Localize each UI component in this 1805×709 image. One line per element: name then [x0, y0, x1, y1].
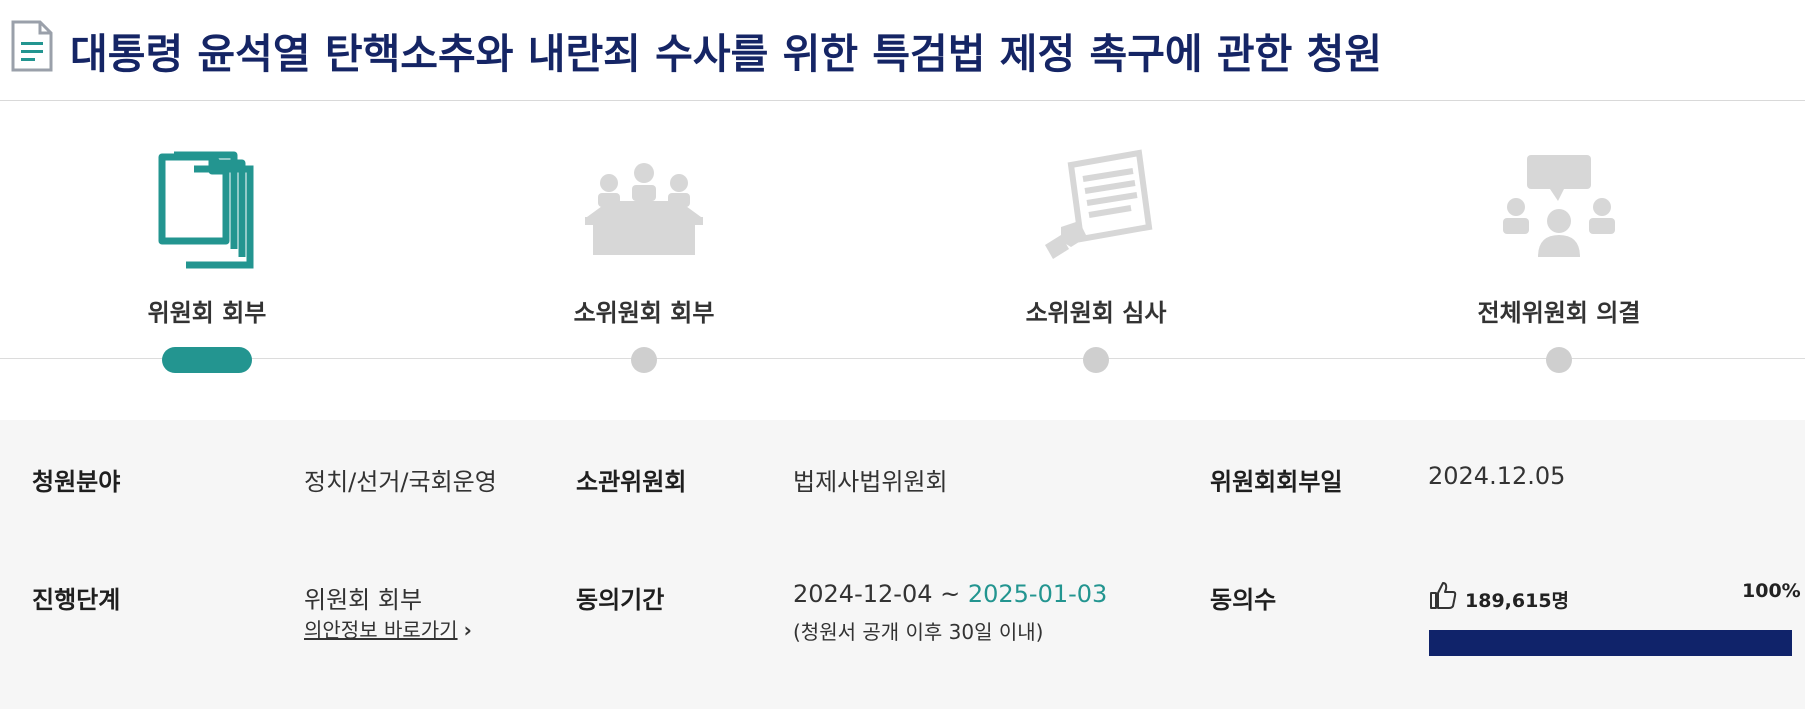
bill-info-link[interactable]: 의안정보 바로가기 › [304, 614, 472, 643]
review-document-icon [1045, 149, 1153, 259]
chevron-right-icon: › [463, 618, 472, 642]
documents-icon [158, 151, 254, 269]
agree-progress-bar [1429, 630, 1792, 656]
referral-date-label: 위원회회부일 [1210, 468, 1343, 496]
bill-info-link-label[interactable]: 의안정보 바로가기 [304, 618, 458, 642]
period-label: 동의기간 [576, 586, 665, 614]
page-header: 대통령 윤석열 탄핵소추와 내란죄 수사를 위한 특검법 제정 촉구에 관한 청… [0, 0, 1805, 101]
agree-progress-fill [1429, 630, 1792, 656]
document-icon [11, 20, 53, 72]
field-value: 정치/선거/국회운영 [304, 468, 497, 496]
meeting-icon [585, 163, 703, 255]
step-indicator [1083, 347, 1109, 373]
discussion-icon [1503, 155, 1615, 257]
step-label: 전체위원회 의결 [1477, 299, 1641, 327]
step-indicator [631, 347, 657, 373]
agree-count: 189,615명 [1465, 590, 1570, 612]
period-end: 2025-01-03 [967, 580, 1108, 608]
period-note: (청원서 공개 이후 30일 이내) [793, 620, 1044, 644]
step-label: 소위원회 심사 [1025, 299, 1167, 327]
step-indicator [1546, 347, 1572, 373]
progress-track [0, 358, 1805, 359]
step-label: 위원회 회부 [147, 299, 267, 327]
step-label: 소위원회 회부 [573, 299, 715, 327]
stage-label: 진행단계 [32, 586, 121, 614]
committee-label: 소관위원회 [576, 468, 687, 496]
committee-value: 법제사법위원회 [793, 468, 948, 496]
referral-date-value: 2024.12.05 [1428, 462, 1566, 490]
stage-value: 위원회 회부 [304, 586, 423, 614]
field-label: 청원분야 [32, 468, 121, 496]
period-range: 2024-12-04 ~ 2025-01-03 [793, 580, 1107, 608]
agree-percent: 100% [1742, 580, 1801, 602]
period-start: 2024-12-04 ~ [793, 580, 968, 608]
thumbs-up-icon [1430, 582, 1457, 609]
page-title: 대통령 윤석열 탄핵소추와 내란죄 수사를 위한 특검법 제정 촉구에 관한 청… [70, 30, 1383, 78]
petition-info-panel: 청원분야 정치/선거/국회운영 소관위원회 법제사법위원회 위원회회부일 202… [0, 420, 1805, 709]
step-indicator-active [162, 347, 252, 373]
progress-steps: 위원회 회부 소위원회 회부 소위원회 심사 전체위원회 의결 [0, 100, 1805, 420]
agree-label: 동의수 [1210, 586, 1277, 614]
